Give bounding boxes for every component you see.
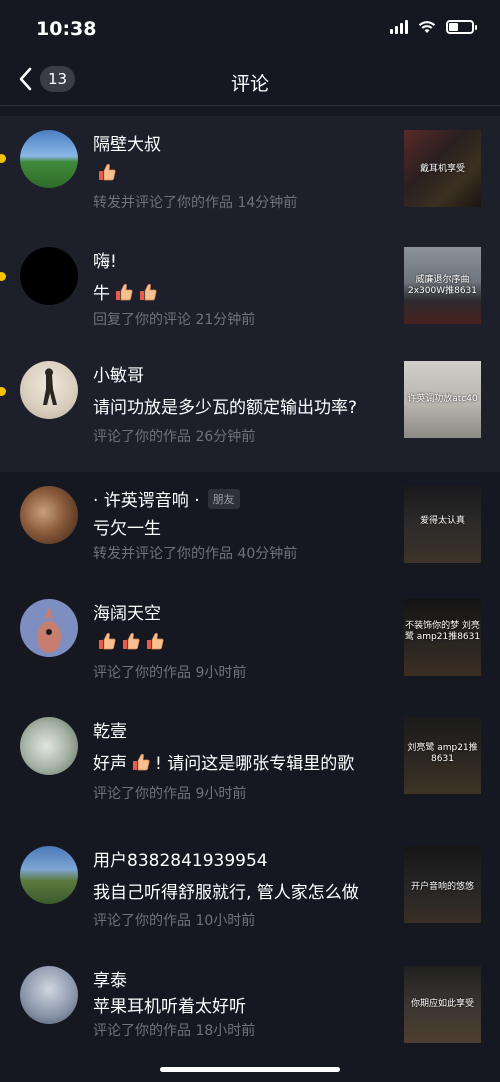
list-item[interactable]: 乾壹 好声 ! 请问这是哪张专辑里的歌 评论了你的作品 9小时前 刘亮鹭 amp… xyxy=(0,705,500,832)
comment-text-cont: ! 请问这是哪张专辑里的歌 xyxy=(155,754,355,774)
name-row: 隔壁大叔 xyxy=(93,130,161,155)
list-item[interactable]: 嗨! 牛 回复了你的评论 21分钟前 威廉退尔序曲 2x300W推8631 xyxy=(0,237,500,351)
video-thumbnail[interactable]: 不装饰你的梦 刘亮鹭 amp21推8631 xyxy=(404,599,481,676)
avatar[interactable] xyxy=(20,846,78,904)
user-name[interactable]: 嗨! xyxy=(93,247,117,272)
name-row: 用户8382841939954 xyxy=(93,846,268,871)
comment-meta: 评论了你的作品 18小时前 xyxy=(93,1023,256,1039)
status-icons xyxy=(390,20,477,34)
thumbnail-caption: 开户音响的悠悠 xyxy=(410,882,474,892)
comment-text: 苹果耳机听着太好听 xyxy=(93,997,246,1017)
thumbs-up-icon xyxy=(114,282,134,302)
comment-text: 牛 xyxy=(93,284,110,304)
user-name[interactable]: 海阔天空 xyxy=(93,599,161,624)
avatar[interactable] xyxy=(20,966,78,1024)
comment-text: 请问功放是多少瓦的额定输出功率? xyxy=(93,398,358,418)
user-name[interactable]: 小敏哥 xyxy=(93,361,144,386)
video-thumbnail[interactable]: 许英调功放atc40 xyxy=(404,361,481,438)
avatar[interactable] xyxy=(20,599,78,657)
unread-dot xyxy=(0,272,6,281)
unread-dot xyxy=(0,154,6,163)
thumbs-up-icon xyxy=(121,631,141,651)
wifi-icon xyxy=(418,21,436,33)
video-thumbnail[interactable]: 刘亮鹭 amp21推8631 xyxy=(404,717,481,794)
thumbs-up-icon xyxy=(145,631,165,651)
video-thumbnail[interactable]: 开户音响的悠悠 xyxy=(404,846,481,923)
comment-content: 苹果耳机听着太好听 xyxy=(93,992,246,1017)
list-item[interactable]: 海阔天空 评论了你的作品 9小时前 不装饰你的梦 刘亮鹭 amp21推8631 xyxy=(0,587,500,705)
home-indicator xyxy=(160,1067,340,1072)
video-thumbnail[interactable]: 威廉退尔序曲 2x300W推8631 xyxy=(404,247,481,324)
video-thumbnail[interactable]: 你期应如此享受 xyxy=(404,966,481,1043)
thumbs-up-icon xyxy=(97,631,117,651)
avatar[interactable] xyxy=(20,717,78,775)
name-row: 嗨! xyxy=(93,247,117,272)
unread-dot xyxy=(0,387,6,396)
thumbs-up-icon xyxy=(131,752,151,772)
list-item[interactable]: 用户8382841939954 我自己听得舒服就行, 管人家怎么做 评论了你的作… xyxy=(0,832,500,956)
comment-text: 亏欠一生 xyxy=(93,519,161,539)
list-item[interactable]: 小敏哥 请问功放是多少瓦的额定输出功率? 评论了你的作品 26分钟前 许英调功放… xyxy=(0,351,500,472)
avatar[interactable] xyxy=(20,130,78,188)
user-name[interactable]: 用户8382841939954 xyxy=(93,846,268,871)
avatar[interactable] xyxy=(20,361,78,419)
name-row: 海阔天空 xyxy=(93,599,161,624)
comment-text: 好声 xyxy=(93,754,127,774)
comment-meta: 转发并评论了你的作品 14分钟前 xyxy=(93,195,298,211)
signal-icon xyxy=(390,20,408,34)
thumbs-up-icon xyxy=(97,162,117,182)
comment-meta: 评论了你的作品 9小时前 xyxy=(93,786,247,802)
comment-content: 好声 ! 请问这是哪张专辑里的歌 xyxy=(93,749,354,774)
list-item[interactable]: · 许英谔音响 · 朋友 亏欠一生 转发并评论了你的作品 40分钟前 爱得太认真 xyxy=(0,472,500,587)
name-row: 享泰 xyxy=(93,966,127,991)
thumbs-up-icon xyxy=(138,282,158,302)
friend-tag: 朋友 xyxy=(207,488,240,509)
comment-content: 亏欠一生 xyxy=(93,514,161,539)
comment-content: 牛 xyxy=(93,279,158,304)
name-row: 小敏哥 xyxy=(93,361,144,386)
list-item[interactable]: 隔壁大叔 转发并评论了你的作品 14分钟前 戴耳机享受 xyxy=(0,116,500,237)
comment-content xyxy=(93,162,117,182)
avatar[interactable] xyxy=(20,486,78,544)
list-item[interactable]: 享泰 苹果耳机听着太好听 评论了你的作品 18小时前 你期应如此享受 xyxy=(0,956,500,1076)
status-bar: 10:38 xyxy=(0,0,500,60)
thumbnail-caption: 不装饰你的梦 刘亮鹭 amp21推8631 xyxy=(404,621,481,642)
user-name[interactable]: 享泰 xyxy=(93,966,127,991)
comment-meta: 评论了你的作品 9小时前 xyxy=(93,665,247,681)
name-row: 乾壹 xyxy=(93,717,127,742)
user-name[interactable]: 乾壹 xyxy=(93,717,127,742)
thumbnail-caption: 威廉退尔序曲 2x300W推8631 xyxy=(407,275,478,296)
page-title: 评论 xyxy=(230,73,269,95)
comment-meta: 评论了你的作品 10小时前 xyxy=(93,913,256,929)
user-name[interactable]: · 许英谔音响 · xyxy=(93,486,200,511)
nav-bar: 13 评论 xyxy=(0,60,500,106)
battery-icon xyxy=(446,20,477,34)
name-row: · 许英谔音响 · 朋友 xyxy=(93,486,240,511)
comment-meta: 回复了你的评论 21分钟前 xyxy=(93,312,256,328)
comment-content: 请问功放是多少瓦的额定输出功率? xyxy=(93,393,357,418)
thumbnail-caption: 你期应如此享受 xyxy=(410,999,474,1009)
user-name[interactable]: 隔壁大叔 xyxy=(93,130,161,155)
video-thumbnail[interactable]: 爱得太认真 xyxy=(404,486,481,563)
comment-content: 我自己听得舒服就行, 管人家怎么做 xyxy=(93,878,359,903)
thumbnail-caption: 爱得太认真 xyxy=(419,516,465,526)
comment-meta: 评论了你的作品 26分钟前 xyxy=(93,429,256,445)
status-time: 10:38 xyxy=(36,18,97,40)
thumbnail-caption: 许英调功放atc40 xyxy=(407,394,478,404)
comment-meta: 转发并评论了你的作品 40分钟前 xyxy=(93,546,298,562)
thumbnail-caption: 戴耳机享受 xyxy=(419,164,465,174)
thumbnail-caption: 刘亮鹭 amp21推8631 xyxy=(407,743,478,764)
comment-list: 隔壁大叔 转发并评论了你的作品 14分钟前 戴耳机享受 嗨! 牛 回复了你的评论… xyxy=(0,116,500,1076)
comment-content xyxy=(93,631,165,651)
comment-text: 我自己听得舒服就行, 管人家怎么做 xyxy=(93,883,359,903)
video-thumbnail[interactable]: 戴耳机享受 xyxy=(404,130,481,207)
avatar[interactable] xyxy=(20,247,78,305)
